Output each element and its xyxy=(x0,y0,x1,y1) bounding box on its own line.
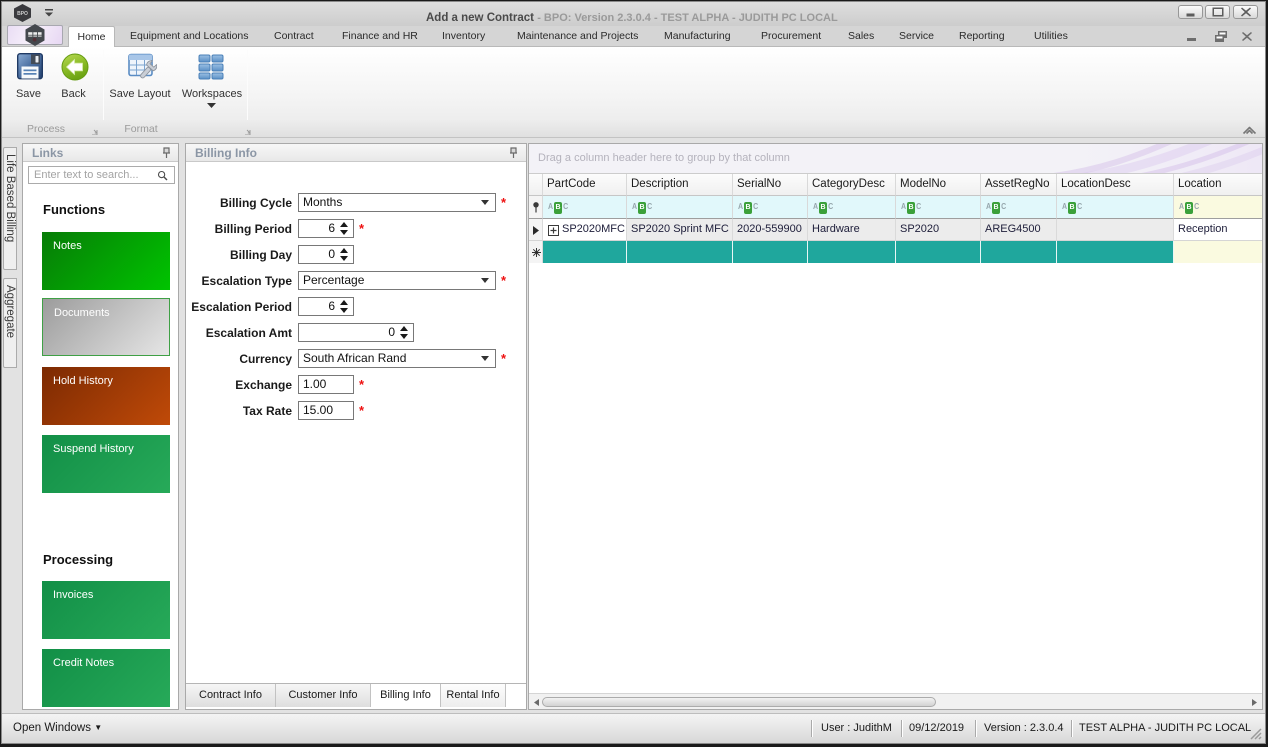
svg-text:BPO: BPO xyxy=(17,11,28,17)
